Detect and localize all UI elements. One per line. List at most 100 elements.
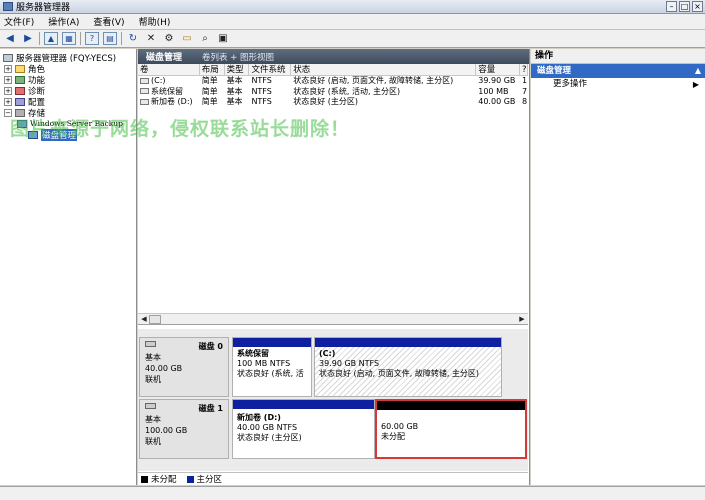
unallocated-band [377,401,525,410]
partition-size: 100 MB NTFS [237,359,291,368]
column-header-status[interactable]: 状态 [291,64,477,75]
scroll-left-icon[interactable]: ◀ [139,315,149,324]
server-manager-icon [3,2,13,11]
table-row[interactable]: 系统保留 简单 基本 NTFS 状态良好 (系统, 活动, 主分区) 100 M… [138,87,528,98]
disk-row: 磁盘 0 基本 40.00 GB 联机 系统保留 100 MB NTFS 状态良… [139,337,505,397]
actions-section-disk-management[interactable]: 磁盘管理 ▲ [531,64,705,78]
settings-icon[interactable]: ⚙ [162,32,176,45]
refresh-icon[interactable]: ↻ [126,32,140,45]
disk-management-icon [28,130,38,139]
more-actions-item[interactable]: 更多操作 ▶ [531,78,705,91]
column-header-layout[interactable]: 布局 [200,64,225,75]
features-icon [15,75,25,84]
table-row[interactable]: (C:) 简单 基本 NTFS 状态良好 (启动, 页面文件, 故障转储, 主分… [138,76,528,87]
tree-item-configuration[interactable]: + 配置 [4,96,45,108]
partition-d-drive[interactable]: 新加卷 (D:) 40.00 GB NTFS 状态良好 (主分区) [232,399,375,459]
disk-status: 联机 [145,437,161,446]
disk-graphical-view: 磁盘 0 基本 40.00 GB 联机 系统保留 100 MB NTFS 状态良… [138,329,528,471]
table-row[interactable]: 新加卷 (D:) 简单 基本 NTFS 状态良好 (主分区) 40.00 GB … [138,97,528,108]
up-folder-icon[interactable]: ▲ [44,32,58,45]
collapse-icon[interactable]: − [4,108,12,117]
help-icon[interactable]: ? [85,32,99,45]
tree-item-storage[interactable]: − 存储 [4,107,46,119]
tree-item-backup[interactable]: Windows Server Backup [17,118,123,129]
scrollbar-thumb[interactable] [149,315,161,324]
expand-icon[interactable]: + [4,75,12,84]
table-cell-filesystem: NTFS [251,97,272,106]
show-tree-icon[interactable]: ▦ [62,32,76,45]
volume-list-header: 卷 布局 类型 文件系统 状态 容量 ? [138,64,528,76]
disk-status: 联机 [145,375,161,384]
menu-help[interactable]: 帮助(H) [139,15,171,28]
tree-item-label: 存储 [28,108,46,119]
tree-root[interactable]: 服务器管理器 (FQY-YECS) [3,52,116,64]
legend-label: 主分区 [196,475,223,485]
menu-file[interactable]: 文件(F) [4,15,34,28]
table-cell-volume: 系统保留 [138,87,200,98]
forward-icon[interactable]: ▶ [21,32,35,45]
view-icon[interactable]: ▣ [216,32,230,45]
partition-status: 状态良好 (主分区) [237,433,302,442]
tree-item-disk-management[interactable]: 磁盘管理 [28,128,78,141]
table-cell-volume: 新加卷 (D:) [138,97,200,108]
delete-icon[interactable]: ✕ [144,32,158,45]
minimize-button[interactable]: – [666,1,677,12]
disk-name-label: 磁盘 1 [198,404,223,413]
partition-status: 未分配 [381,432,405,441]
back-icon[interactable]: ◀ [3,32,17,45]
configuration-icon [15,97,25,106]
partition-details: 60.00 GB 未分配 [377,410,525,444]
legend-item-unallocated: 未分配 [141,473,177,485]
expand-icon[interactable]: + [4,64,12,73]
expand-icon[interactable]: + [4,86,12,95]
toolbar-separator [39,32,40,45]
disk-size: 40.00 GB [145,364,183,373]
cell-text: 系统保留 [151,86,183,96]
column-header-filesystem[interactable]: 文件系统 [249,64,292,75]
disk-name-label: 磁盘 0 [198,342,223,351]
table-cell-status: 状态良好 (系统, 活动, 主分区) [293,86,401,96]
disk-info[interactable]: 磁盘 1 基本 100.00 GB 联机 [139,399,229,459]
cell-text: (C:) [151,76,166,85]
maximize-button[interactable]: □ [679,1,690,12]
close-button[interactable]: × [692,1,703,12]
primary-partition-band [233,400,374,409]
table-cell-more: 7 [522,86,528,96]
legend-swatch [141,475,148,483]
tree-item-diagnostics[interactable]: + 诊断 [4,85,45,97]
search-icon[interactable]: ⌕ [198,32,212,45]
view-mode-link[interactable]: 卷列表 + 图形视图 [202,51,274,63]
open-icon[interactable]: ▭ [180,32,194,45]
partition-status: 状态良好 (系统, 活 [237,369,304,378]
properties-icon[interactable]: ▤ [103,32,117,45]
cell-text: 新加卷 (D:) [151,97,193,106]
expand-icon[interactable]: + [4,97,12,106]
column-header-type[interactable]: 类型 [225,64,250,75]
partition-system-reserved[interactable]: 系统保留 100 MB NTFS 状态良好 (系统, 活 [232,337,312,397]
column-header-more[interactable]: ? [520,64,528,75]
horizontal-scrollbar[interactable]: ◀ ▶ [138,313,528,325]
partition-c-drive[interactable]: (C:) 39.90 GB NTFS 状态良好 (启动, 页面文件, 故障转储,… [314,337,502,397]
partition-size: 60.00 GB [381,422,419,431]
pane-title: 磁盘管理 [146,53,183,63]
collapse-icon[interactable]: ▲ [695,64,701,78]
partition-size: 40.00 GB NTFS [237,423,298,432]
scroll-right-icon[interactable]: ▶ [517,315,527,324]
menu-view[interactable]: 查看(V) [93,15,124,28]
disk-row: 磁盘 1 基本 100.00 GB 联机 新加卷 (D:) 40.00 GB N… [139,399,527,459]
disk-management-pane: 磁盘管理 卷列表 + 图形视图 卷 布局 类型 文件系统 状态 容量 ? (C:… [138,49,530,485]
actions-pane: 操作 磁盘管理 ▲ 更多操作 ▶ [531,49,705,485]
disk-size: 100.00 GB [145,426,188,435]
legend: 未分配 主分区 [138,472,528,485]
storage-icon [15,108,25,117]
window-title: 服务器管理器 [16,3,71,13]
disk-info[interactable]: 磁盘 0 基本 40.00 GB 联机 [139,337,229,397]
column-header-capacity[interactable]: 容量 [476,64,521,75]
column-header-volume[interactable]: 卷 [138,64,200,75]
disk-icon [145,403,156,409]
table-cell-layout: 简单 [201,86,218,96]
tree-item-roles[interactable]: + 角色 [4,63,45,75]
menu-action[interactable]: 操作(A) [48,15,79,28]
partition-unallocated[interactable]: 60.00 GB 未分配 [375,399,527,459]
tree-item-features[interactable]: + 功能 [4,74,45,86]
